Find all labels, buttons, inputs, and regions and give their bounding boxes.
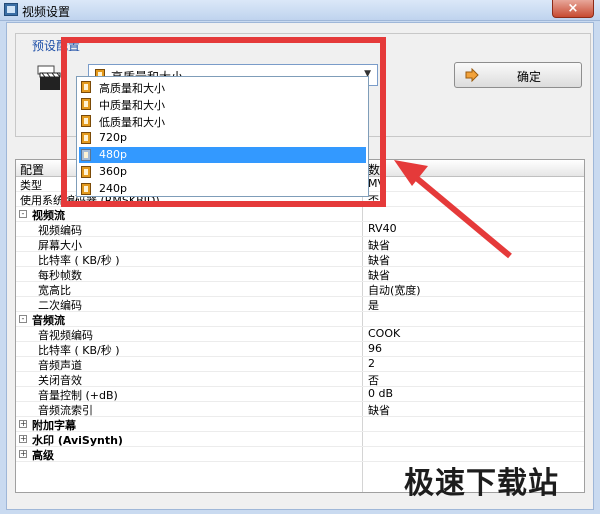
annotation-arrow-icon (394, 160, 512, 259)
watermark-logo: 极速下载站 (404, 466, 559, 501)
